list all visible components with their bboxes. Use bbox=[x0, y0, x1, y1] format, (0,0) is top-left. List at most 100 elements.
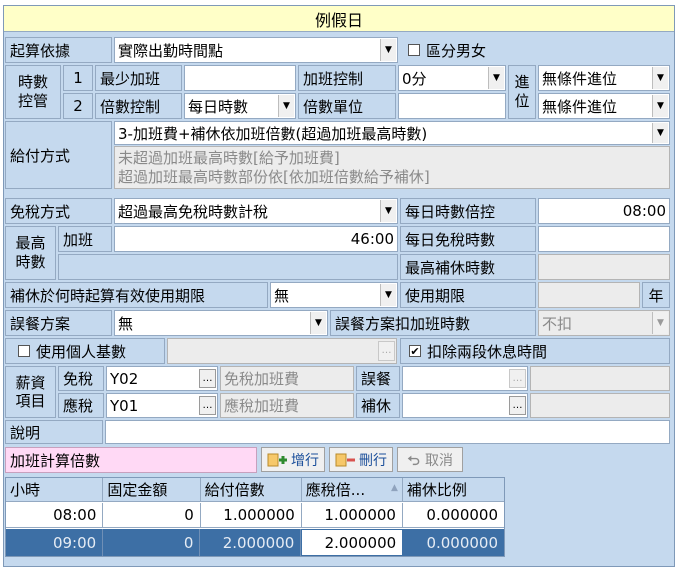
basis-select[interactable]: 實際出勤時間點 ▼ bbox=[114, 37, 398, 63]
pay-method-select[interactable]: 3-加班費+補休依加班倍數(超過加班最高時數) ▼ bbox=[114, 121, 670, 145]
undo-icon bbox=[407, 455, 420, 465]
pay-method-label: 給付方式 bbox=[5, 121, 112, 189]
personal-base-checkbox[interactable]: 使用個人基數 bbox=[5, 338, 165, 364]
cell-taxable-multiplier[interactable]: 1.000000 bbox=[302, 503, 403, 527]
daily-free-hours-label: 每日免稅時數 bbox=[400, 226, 536, 252]
meal-deduct-select: 不扣 ▼ bbox=[538, 310, 670, 336]
daily-hours-control-label: 每日時數倍控 bbox=[400, 198, 536, 224]
col-header-pay-multiplier[interactable]: 給付倍數 bbox=[200, 478, 302, 501]
cell-pay-multiplier[interactable]: 2.000000 bbox=[200, 529, 302, 556]
table-row-selected[interactable]: 09:00 0 2.000000 2.000000 0.000000 bbox=[6, 529, 504, 556]
cell-comp-ratio[interactable]: 0.000000 bbox=[403, 503, 504, 527]
chevron-down-icon: ▼ bbox=[652, 95, 668, 117]
gender-checkbox[interactable]: 區分男女 bbox=[404, 37, 554, 63]
checkmark-icon: ✔ bbox=[409, 344, 421, 358]
pay-desc-line-2: 超過加班最高時數部份依[依加班倍數給予補休] bbox=[118, 167, 430, 186]
chevron-down-icon: ▼ bbox=[380, 200, 396, 222]
calc-multiplier-label: 加班計算倍數 bbox=[5, 447, 257, 473]
meal-plan-select[interactable]: 無 ▼ bbox=[114, 310, 328, 336]
tax-free-label: 免稅 bbox=[58, 366, 104, 391]
usage-period-field bbox=[538, 282, 640, 308]
max-hours-label: 最高時數 bbox=[5, 226, 56, 280]
max-hours-filler bbox=[58, 254, 398, 280]
cell-fixed-amount[interactable]: 0 bbox=[103, 503, 201, 527]
hours-index-2: 2 bbox=[63, 93, 93, 119]
taxed-label: 應稅 bbox=[58, 393, 104, 418]
comp-item-field[interactable]: … bbox=[402, 393, 528, 418]
multiplier-unit-label: 倍數單位 bbox=[298, 93, 396, 119]
meal-item-field[interactable]: … bbox=[402, 366, 528, 391]
usage-period-label: 使用期限 bbox=[400, 282, 536, 308]
usage-period-unit: 年 bbox=[642, 282, 670, 308]
chevron-down-icon: ▼ bbox=[488, 67, 504, 89]
tax-free-item-field[interactable]: Y02… bbox=[106, 366, 218, 391]
daily-hours-control-field[interactable]: 08:00 bbox=[538, 198, 670, 224]
ellipsis-icon[interactable]: … bbox=[199, 396, 216, 415]
table-row[interactable]: 08:00 0 1.000000 1.000000 0.000000 bbox=[6, 503, 504, 528]
tax-free-ot-field: 免稅加班費 bbox=[220, 366, 354, 391]
checkbox-icon bbox=[18, 345, 30, 357]
rounding-select-1[interactable]: 無條件進位 ▼ bbox=[538, 65, 670, 91]
multiplier-control-label: 倍數控制 bbox=[95, 93, 182, 119]
overtime-control-label: 加班控制 bbox=[298, 65, 396, 91]
max-comp-hours-label: 最高補休時數 bbox=[400, 254, 536, 280]
chevron-down-icon: ▼ bbox=[652, 123, 668, 143]
form-title: 例假日 bbox=[4, 6, 674, 32]
col-header-comp-ratio[interactable]: 補休比例 bbox=[402, 478, 504, 501]
cell-fixed-amount[interactable]: 0 bbox=[103, 529, 201, 556]
hours-index-1: 1 bbox=[63, 65, 93, 91]
meal-item-extra bbox=[530, 366, 670, 391]
col-header-hours[interactable]: 小時 bbox=[6, 478, 104, 501]
comp-item-label: 補休 bbox=[356, 393, 400, 418]
ellipsis-icon[interactable]: … bbox=[199, 369, 216, 388]
tax-method-select[interactable]: 超過最高免稅時數計稅 ▼ bbox=[114, 198, 398, 224]
cancel-button[interactable]: 取消 bbox=[397, 447, 463, 472]
meal-deduct-label: 誤餐方案扣加班時數 bbox=[330, 310, 536, 336]
ellipsis-icon[interactable]: … bbox=[509, 396, 526, 415]
max-comp-hours-field bbox=[538, 254, 670, 280]
delete-row-icon bbox=[335, 453, 355, 466]
cell-hours[interactable]: 08:00 bbox=[6, 503, 104, 527]
comp-item-extra bbox=[530, 393, 670, 418]
cell-pay-multiplier[interactable]: 1.000000 bbox=[201, 503, 302, 527]
tax-method-label: 免稅方式 bbox=[5, 198, 112, 224]
cell-taxable-multiplier-editing[interactable]: 2.000000 bbox=[301, 529, 404, 556]
basis-label: 起算依據 bbox=[5, 37, 112, 63]
taxed-ot-field: 應稅加班費 bbox=[220, 393, 354, 418]
max-overtime-field[interactable]: 46:00 bbox=[114, 226, 398, 252]
comp-valid-from-label: 補休於何時起算有效使用期限 bbox=[5, 282, 268, 308]
chevron-down-icon: ▼ bbox=[278, 95, 294, 117]
cell-hours[interactable]: 09:00 bbox=[6, 529, 104, 556]
salary-items-label: 薪資項目 bbox=[5, 366, 56, 418]
min-overtime-field[interactable] bbox=[184, 65, 296, 91]
note-field[interactable] bbox=[105, 420, 670, 444]
multiplier-unit-field[interactable] bbox=[398, 93, 506, 119]
table-header: 小時 固定金額 給付倍數 應稅倍... ▲ 補休比例 bbox=[6, 478, 504, 502]
delete-row-button[interactable]: 刪行 bbox=[329, 447, 393, 472]
chevron-down-icon: ▼ bbox=[380, 39, 396, 61]
rounding-select-2[interactable]: 無條件進位 ▼ bbox=[538, 93, 670, 119]
add-row-button[interactable]: 增行 bbox=[261, 447, 325, 472]
chevron-down-icon: ▼ bbox=[652, 312, 668, 334]
sort-asc-icon: ▲ bbox=[390, 483, 398, 493]
note-label: 說明 bbox=[5, 420, 103, 444]
comp-valid-from-select[interactable]: 無 ▼ bbox=[270, 282, 398, 308]
max-overtime-label: 加班 bbox=[58, 226, 112, 252]
daily-free-hours-field[interactable] bbox=[538, 226, 670, 252]
multiplier-control-select[interactable]: 每日時數 ▼ bbox=[184, 93, 296, 119]
col-header-fixed-amount[interactable]: 固定金額 bbox=[103, 478, 201, 501]
min-overtime-label: 最少加班 bbox=[95, 65, 182, 91]
deduct-break-checkbox[interactable]: ✔ 扣除兩段休息時間 bbox=[400, 338, 670, 364]
chevron-down-icon: ▼ bbox=[380, 284, 396, 306]
chevron-down-icon: ▼ bbox=[310, 312, 326, 334]
col-header-taxable-multiplier[interactable]: 應稅倍... ▲ bbox=[301, 478, 403, 501]
rounding-label: 進位 bbox=[508, 65, 536, 119]
ellipsis-icon: … bbox=[378, 341, 395, 361]
ellipsis-icon[interactable]: … bbox=[509, 369, 526, 388]
taxed-item-field[interactable]: Y01… bbox=[106, 393, 218, 418]
meal-item-label: 誤餐 bbox=[356, 366, 400, 391]
overtime-control-select[interactable]: 0分 ▼ bbox=[398, 65, 506, 91]
pay-desc-line-1: 未超過加班最高時數[給予加班費] bbox=[118, 148, 340, 167]
cell-comp-ratio[interactable]: 0.000000 bbox=[403, 529, 504, 556]
multiplier-table: 小時 固定金額 給付倍數 應稅倍... ▲ 補休比例 08:00 0 1.0000… bbox=[5, 477, 505, 557]
